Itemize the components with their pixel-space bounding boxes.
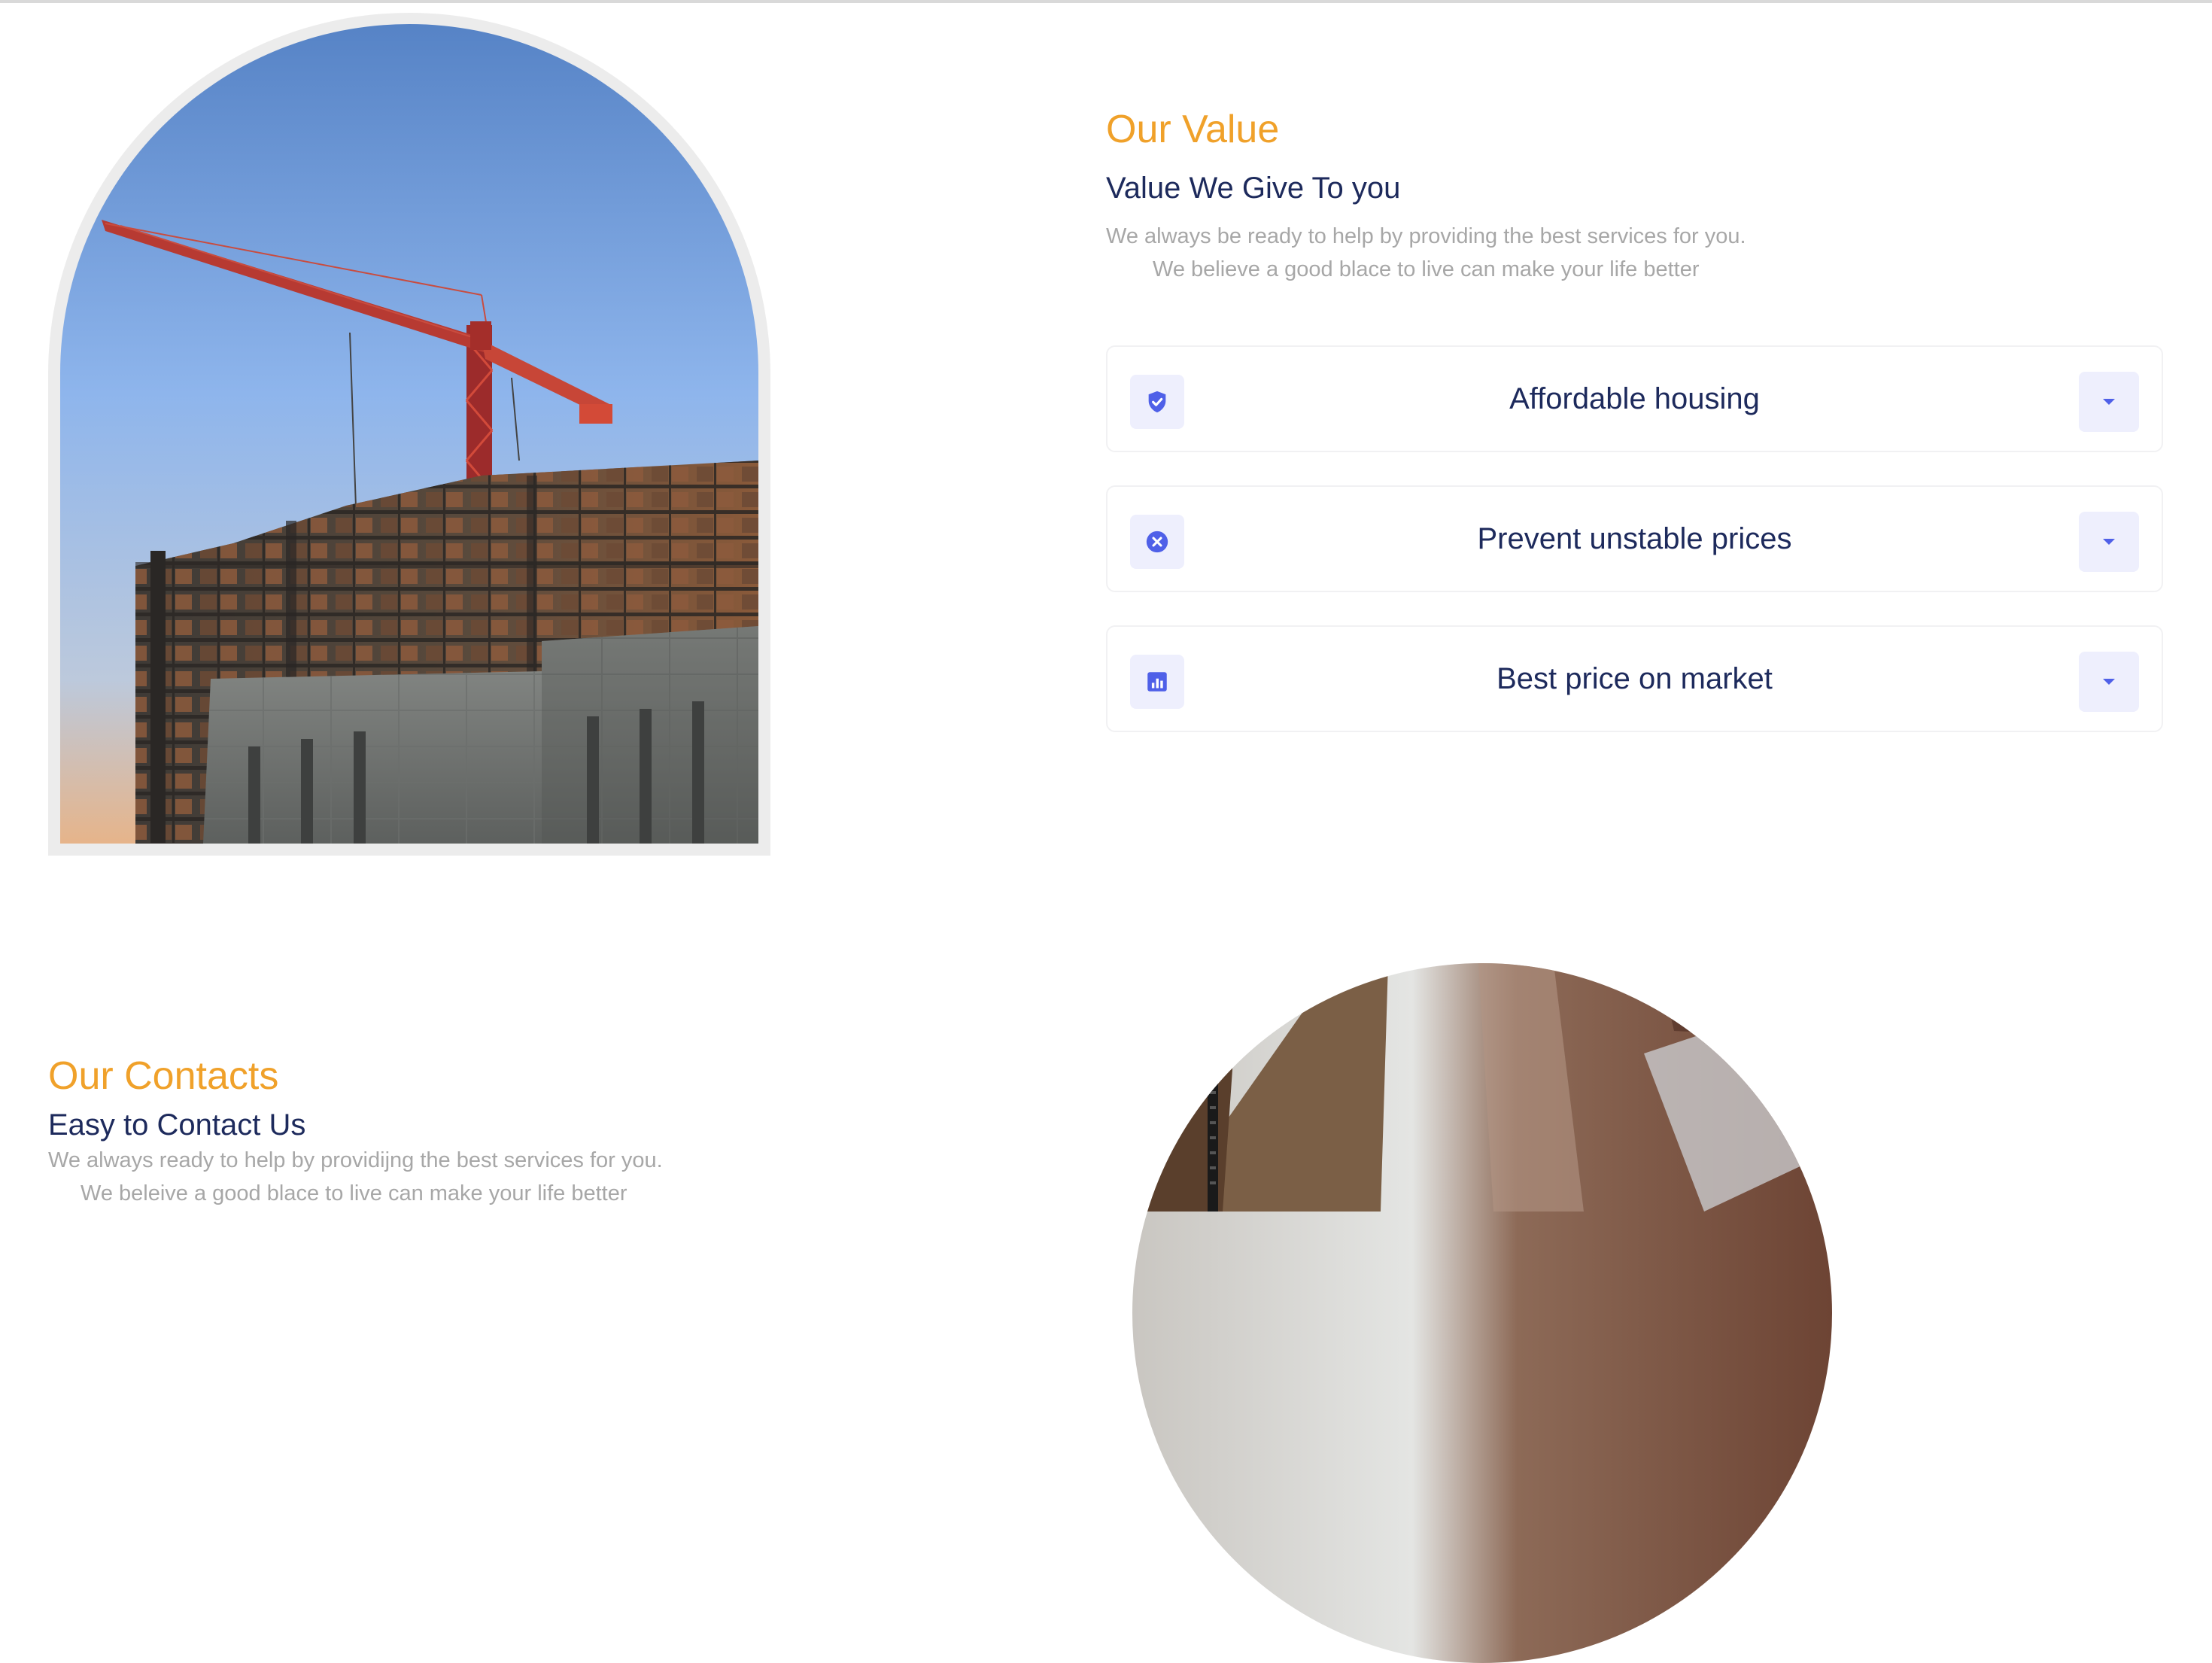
contacts-description-line-2: We beleive a good blace to live can make… — [81, 1181, 627, 1205]
accordion-item-affordable-housing[interactable]: Affordable housing — [1106, 345, 2163, 452]
value-image-frame — [48, 13, 770, 856]
caret-down-icon[interactable] — [2079, 652, 2139, 712]
accordion-item-prevent-unstable-prices[interactable]: Prevent unstable prices — [1106, 485, 2163, 592]
bar-chart-icon — [1130, 655, 1184, 709]
accordion-title: Prevent unstable prices — [1477, 521, 1792, 555]
accordion-title: Affordable housing — [1509, 382, 1760, 415]
shield-check-icon — [1130, 375, 1184, 429]
caret-down-icon[interactable] — [2079, 512, 2139, 572]
accordion-item-best-price-on-market[interactable]: Best price on market — [1106, 625, 2163, 732]
value-description: We always be ready to help by providing … — [1106, 220, 1746, 286]
construction-image — [60, 24, 758, 844]
contacts-description: We always ready to help by providijng th… — [48, 1144, 663, 1210]
contacts-eyebrow: Our Contacts — [48, 1054, 279, 1098]
value-description-line-2: We believe a good blace to live can make… — [1153, 257, 1700, 281]
value-heading: Value We Give To you — [1106, 172, 1401, 205]
contacts-description-line-1: We always ready to help by providijng th… — [48, 1148, 663, 1172]
value-eyebrow: Our Value — [1106, 108, 1280, 151]
caret-down-icon[interactable] — [2079, 372, 2139, 432]
contacts-heading: Easy to Contact Us — [48, 1108, 306, 1142]
x-circle-icon — [1130, 515, 1184, 569]
contact-person-image — [1132, 963, 1832, 1663]
top-divider — [0, 0, 2212, 3]
accordion-title: Best price on market — [1496, 661, 1773, 695]
value-description-line-1: We always be ready to help by providing … — [1106, 224, 1746, 248]
